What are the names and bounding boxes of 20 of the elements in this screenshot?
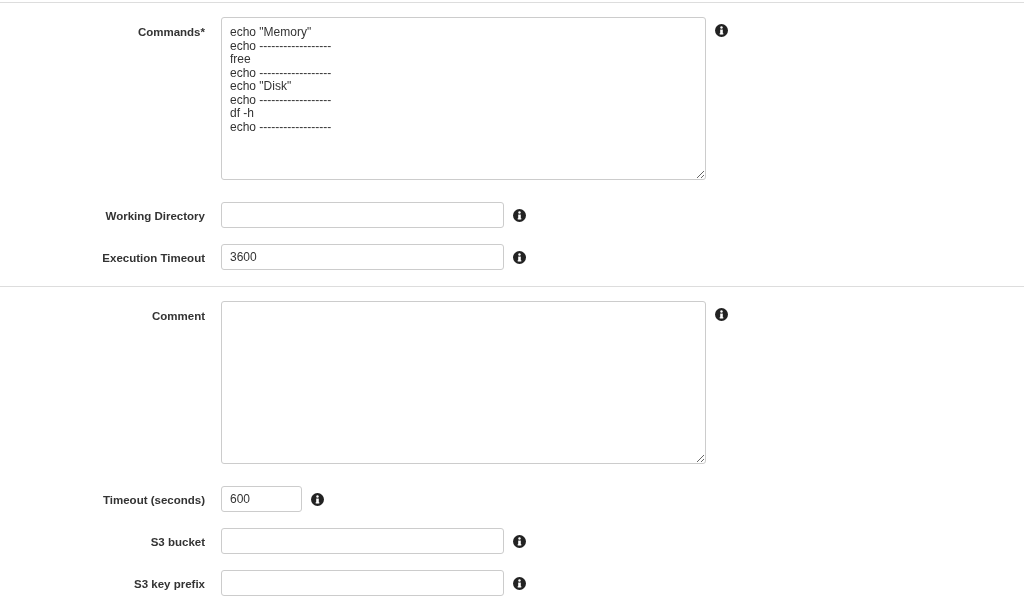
info-icon[interactable]	[715, 308, 728, 321]
field-label: Commands*	[136, 25, 205, 40]
input-field[interactable]	[221, 202, 504, 228]
input-field[interactable]	[221, 570, 504, 596]
info-icon[interactable]	[513, 209, 526, 222]
input-field[interactable]	[221, 528, 504, 554]
info-icon[interactable]	[513, 535, 526, 548]
field-label: Working Directory	[104, 209, 205, 224]
field-label: S3 key prefix	[133, 577, 205, 592]
field-label: Comment	[150, 309, 205, 324]
field-label: S3 bucket	[149, 535, 205, 550]
input-field[interactable]: 3600	[221, 244, 504, 270]
input-field[interactable]: 600	[221, 486, 302, 512]
info-icon[interactable]	[715, 24, 728, 37]
info-icon[interactable]	[311, 493, 324, 506]
field-label: Timeout (seconds)	[101, 493, 205, 508]
info-icon[interactable]	[513, 577, 526, 590]
info-icon[interactable]	[513, 251, 526, 264]
text-area[interactable]: echo "Memory" echo ------------------ free echo ------------------ echo "Disk" echo ------------------ df -h echo ------------------	[221, 17, 706, 180]
field-label: Execution Timeout	[101, 251, 205, 266]
